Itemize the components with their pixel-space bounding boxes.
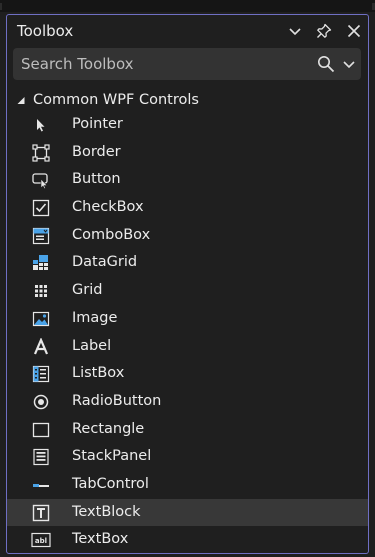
item-label: Image xyxy=(72,309,118,326)
item-label: Grid xyxy=(72,282,103,299)
checkbox-icon xyxy=(31,198,51,218)
close-button[interactable] xyxy=(344,21,364,41)
radiobutton-icon xyxy=(31,392,51,412)
toolbox-item-stackpanel[interactable]: StackPanel xyxy=(7,443,368,471)
toolbox-item-textblock[interactable]: TextBlock xyxy=(7,498,368,527)
label-icon xyxy=(31,337,51,357)
item-label: DataGrid xyxy=(72,254,138,271)
item-label: ListBox xyxy=(72,365,125,382)
textblock-icon xyxy=(31,503,51,523)
toolbox-item-rectangle[interactable]: Rectangle xyxy=(7,416,368,444)
rectangle-icon xyxy=(31,420,51,440)
group-label: Common WPF Controls xyxy=(33,92,199,108)
item-label: Label xyxy=(72,337,112,354)
tabcontrol-icon xyxy=(31,475,51,495)
toolbox-titlebar: Toolbox xyxy=(7,15,368,47)
toolbox-item-combobox[interactable]: ComboBox xyxy=(7,222,368,250)
item-label: StackPanel xyxy=(72,448,152,465)
toolbox-item-listbox[interactable]: ListBox xyxy=(7,360,368,388)
border-icon xyxy=(31,143,51,163)
pin-button[interactable] xyxy=(314,21,334,41)
toolbox-item-tabcontrol[interactable]: TabControl xyxy=(7,471,368,499)
item-label: TextBox xyxy=(72,531,129,548)
stackpanel-icon xyxy=(31,447,51,467)
toolbox-item-pointer[interactable]: Pointer xyxy=(7,111,368,139)
window-options-button[interactable] xyxy=(285,21,305,41)
search-toolbox-input[interactable]: Search Toolbox xyxy=(13,48,361,80)
item-label: ComboBox xyxy=(72,226,151,243)
search-options-dropdown[interactable] xyxy=(341,56,357,72)
search-placeholder: Search Toolbox xyxy=(21,55,134,73)
toolbox-item-list: Pointer Border Button CheckBox ComboBox … xyxy=(7,111,368,553)
image-icon xyxy=(31,309,51,329)
item-label: RadioButton xyxy=(72,392,162,409)
pin-icon xyxy=(317,23,332,38)
item-label: TabControl xyxy=(72,475,149,492)
toolbox-item-image[interactable]: Image xyxy=(7,305,368,333)
close-icon xyxy=(347,24,361,38)
toolbox-item-checkbox[interactable]: CheckBox xyxy=(7,194,368,222)
group-common-wpf-controls[interactable]: Common WPF Controls xyxy=(15,91,199,109)
toolbox-item-label[interactable]: Label xyxy=(7,333,368,361)
toolbox-item-button[interactable]: Button xyxy=(7,166,368,194)
panel-title: Toolbox xyxy=(17,22,74,40)
toolbox-item-datagrid[interactable]: DataGrid xyxy=(7,249,368,277)
item-label: Pointer xyxy=(72,116,123,132)
svg-text:abl: abl xyxy=(35,537,47,545)
item-label: TextBlock xyxy=(72,503,141,520)
item-label: Rectangle xyxy=(72,420,145,437)
toolbox-panel: Toolbox Search Toolbox Common WPF Contro… xyxy=(6,14,369,554)
top-edge-strip xyxy=(0,0,375,12)
datagrid-icon xyxy=(31,253,51,273)
toolbox-item-grid[interactable]: Grid xyxy=(7,277,368,305)
item-label: CheckBox xyxy=(72,199,144,216)
toolbox-item-border[interactable]: Border xyxy=(7,139,368,167)
chevron-down-icon xyxy=(343,61,355,69)
search-button[interactable] xyxy=(317,55,335,73)
item-label: Border xyxy=(72,143,121,160)
listbox-icon xyxy=(31,364,51,384)
combobox-icon xyxy=(31,226,51,246)
textbox-icon: abl xyxy=(31,530,51,550)
collapse-triangle-icon xyxy=(17,97,25,104)
chevron-down-icon xyxy=(289,28,301,36)
toolbox-item-radiobutton[interactable]: RadioButton xyxy=(7,388,368,416)
button-icon xyxy=(31,170,51,190)
item-label: Button xyxy=(72,171,121,188)
search-icon xyxy=(318,56,335,73)
grid-icon xyxy=(31,281,51,301)
pointer-icon xyxy=(31,115,51,135)
toolbox-item-textbox[interactable]: abl TextBox xyxy=(7,526,368,553)
